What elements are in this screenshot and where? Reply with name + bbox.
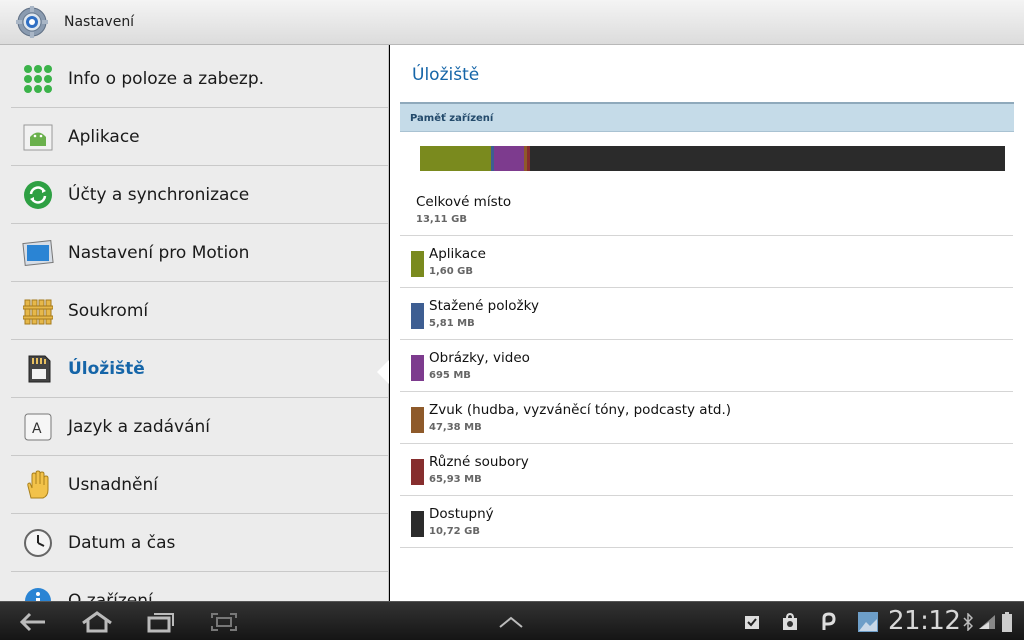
category-size: 65,93 MB — [429, 474, 482, 485]
section-header: Paměť zařízení — [400, 102, 1014, 132]
category-label: Zvuk (hudba, vyzváněcí tóny, podcasty at… — [429, 402, 732, 418]
sidebar-item-label: Usnadnění — [68, 474, 159, 495]
svg-text:A: A — [32, 421, 42, 437]
storage-category-row[interactable]: Aplikace 1,60 GB — [400, 236, 1013, 288]
sidebar-item-label: Info o poloze a zabezp. — [68, 68, 265, 89]
signal-strength-icon — [976, 608, 998, 636]
sidebar-item-accounts-sync[interactable]: Účty a synchronizace — [11, 166, 388, 224]
color-swatch — [411, 355, 424, 381]
recent-apps-icon[interactable] — [145, 608, 177, 636]
storage-usage-bar — [420, 146, 1005, 171]
storage-category-row[interactable]: Stažené položky 5,81 MB — [400, 288, 1013, 340]
location-security-icon — [22, 63, 54, 95]
back-icon[interactable] — [18, 608, 48, 636]
category-label: Obrázky, video — [429, 350, 530, 366]
category-size: 47,38 MB — [429, 422, 482, 433]
sidebar-item-label: O zařízení — [68, 590, 153, 602]
selection-pointer — [377, 360, 389, 384]
info-icon — [22, 585, 54, 601]
sidebar-item-location-security[interactable]: Info o poloze a zabezp. — [11, 50, 388, 108]
sidebar-item-motion[interactable]: Nastavení pro Motion — [11, 224, 388, 282]
sync-icon — [22, 179, 54, 211]
color-swatch — [411, 459, 424, 485]
category-size: 5,81 MB — [429, 318, 475, 329]
sidebar-item-label: Aplikace — [68, 126, 140, 147]
pulse-reader-icon — [818, 608, 838, 636]
screenshot-icon[interactable] — [208, 608, 240, 636]
category-size: 1,60 GB — [429, 266, 473, 277]
sidebar-item-accessibility[interactable]: Usnadnění — [11, 456, 388, 514]
sidebar-item-label: Nastavení pro Motion — [68, 242, 250, 263]
category-label: Aplikace — [429, 246, 486, 262]
storage-bar-segment — [529, 146, 1005, 171]
sidebar-item-label: Účty a synchronizace — [68, 184, 250, 205]
storage-category-row[interactable]: Obrázky, video 695 MB — [400, 340, 1013, 392]
sd-card-icon — [22, 353, 54, 385]
total-space-value: 13,11 GB — [416, 214, 467, 225]
storage-bar-segment — [493, 146, 525, 171]
category-size: 10,72 GB — [429, 526, 480, 537]
color-swatch — [411, 511, 424, 537]
clock-time: 21:12 — [888, 606, 961, 636]
sidebar-item-privacy[interactable]: Soukromí — [11, 282, 388, 340]
motion-icon — [22, 237, 54, 269]
color-swatch — [411, 251, 424, 277]
settings-gear-icon[interactable] — [15, 5, 49, 39]
sidebar-item-label: Datum a čas — [68, 532, 176, 553]
battery-icon — [1000, 608, 1014, 636]
storage-category-row[interactable]: Dostupný 10,72 GB — [400, 496, 1013, 548]
category-label: Dostupný — [429, 506, 494, 522]
chevron-up-icon[interactable] — [497, 608, 525, 636]
category-size: 695 MB — [429, 370, 471, 381]
title-bar: Nastavení — [0, 0, 1024, 45]
sidebar-item-label: Soukromí — [68, 300, 149, 321]
gallery-thumbnail-icon — [856, 608, 880, 636]
system-bar: 21:12 — [0, 601, 1024, 640]
market-bag-icon — [780, 608, 800, 636]
storage-category-row[interactable]: Různé soubory 65,93 MB — [400, 444, 1013, 496]
clock-icon — [22, 527, 54, 559]
total-space-row: Celkové místo 13,11 GB — [400, 184, 1013, 236]
storage-bar-segment — [420, 146, 491, 171]
total-space-label: Celkové místo — [416, 194, 512, 210]
hand-icon — [22, 469, 54, 501]
page-title: Úložiště — [412, 65, 480, 85]
sidebar-item-apps[interactable]: Aplikace — [11, 108, 388, 166]
category-label: Stažené položky — [429, 298, 539, 314]
sidebar-item-about[interactable]: O zařízení — [11, 572, 388, 602]
sidebar-item-storage[interactable]: Úložiště — [11, 340, 388, 398]
color-swatch — [411, 407, 424, 433]
sidebar-item-label: Úložiště — [68, 358, 145, 379]
settings-sidebar: Info o poloze a zabezp. Aplikace Účty a … — [0, 45, 389, 601]
app-title: Nastavení — [64, 14, 135, 30]
sidebar-item-language-input[interactable]: A Jazyk a zadávání — [11, 398, 388, 456]
sidebar-item-label: Jazyk a zadávání — [68, 416, 211, 437]
task-check-icon — [742, 608, 762, 636]
android-apps-icon — [22, 121, 54, 153]
storage-panel: Úložiště Paměť zařízení Celkové místo 13… — [390, 45, 1024, 601]
privacy-fence-icon — [22, 295, 54, 327]
color-swatch — [411, 303, 424, 329]
bluetooth-icon — [962, 608, 974, 636]
category-label: Různé soubory — [429, 454, 529, 470]
keyboard-icon: A — [22, 411, 54, 443]
storage-category-row[interactable]: Zvuk (hudba, vyzváněcí tóny, podcasty at… — [400, 392, 1013, 444]
sidebar-item-date-time[interactable]: Datum a čas — [11, 514, 388, 572]
home-icon[interactable] — [79, 608, 115, 636]
